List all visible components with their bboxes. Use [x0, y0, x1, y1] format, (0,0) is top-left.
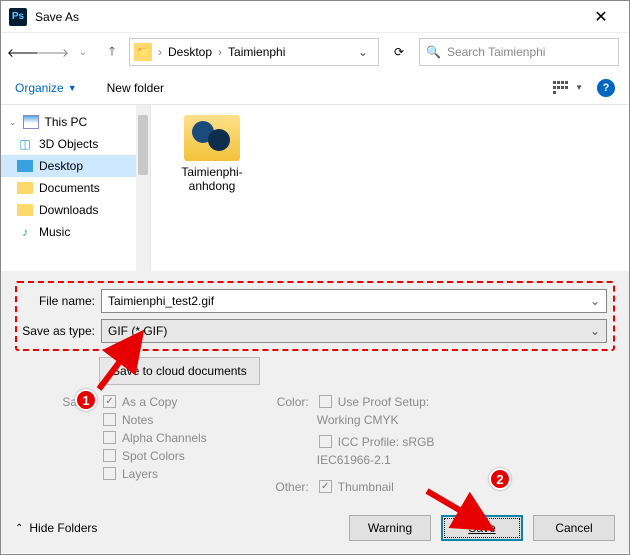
- pc-icon: [23, 115, 39, 129]
- up-button[interactable]: 🡑: [101, 42, 123, 63]
- view-options-button[interactable]: [553, 81, 571, 95]
- checkbox-notes[interactable]: [103, 413, 116, 426]
- checkbox-alpha-channels[interactable]: [103, 431, 116, 444]
- annotation-badge-2: 2: [489, 468, 511, 490]
- scrollbar[interactable]: [136, 105, 150, 271]
- checkbox-icc-profile[interactable]: [319, 435, 332, 448]
- sidebar-item-label: Music: [39, 225, 70, 239]
- save-as-dialog: Ps Save As ✕ 🡐 🡒 ⌄ 🡑 📁 › Desktop › Taimi…: [0, 0, 630, 555]
- sidebar-item-this-pc[interactable]: ⌄ This PC: [1, 111, 150, 133]
- chevron-right-icon: ›: [216, 45, 224, 59]
- search-input[interactable]: 🔍 Search Taimienphi: [419, 38, 619, 66]
- checkbox-spot-colors[interactable]: [103, 449, 116, 462]
- music-icon: ♪: [17, 225, 33, 239]
- chevron-up-icon: ⌃: [15, 523, 23, 534]
- tree: ⌄ This PC ◫ 3D Objects Desktop Documents: [1, 111, 150, 243]
- folder-icon: [17, 182, 33, 194]
- address-dropdown[interactable]: ⌄: [352, 45, 374, 59]
- sidebar-item-3d-objects[interactable]: ◫ 3D Objects: [1, 133, 150, 155]
- cube-icon: ◫: [17, 137, 33, 151]
- sidebar-item-documents[interactable]: Documents: [1, 177, 150, 199]
- breadcrumb-desktop[interactable]: Desktop: [168, 45, 212, 59]
- recent-dropdown[interactable]: ⌄: [71, 40, 95, 64]
- help-button[interactable]: ?: [597, 79, 615, 97]
- filetype-select[interactable]: GIF (*.GIF) ⌄: [101, 319, 607, 343]
- file-browser: ⌄ This PC ◫ 3D Objects Desktop Documents: [1, 105, 629, 271]
- folder-icon: [17, 204, 33, 216]
- sidebar-item-desktop[interactable]: Desktop: [1, 155, 150, 177]
- folder-icon: 📁: [134, 43, 152, 61]
- new-folder-button[interactable]: New folder: [107, 81, 164, 95]
- refresh-button[interactable]: ⟳: [385, 38, 413, 66]
- annotation-arrow-2: [421, 485, 501, 535]
- checkbox-proof-setup[interactable]: [319, 395, 332, 408]
- navbar: 🡐 🡒 ⌄ 🡑 📁 › Desktop › Taimienphi ⌄ ⟳ 🔍 S…: [1, 33, 629, 71]
- filename-label: File name:: [17, 294, 95, 308]
- desktop-icon: [17, 160, 33, 172]
- annotation-badge-1: 1: [75, 389, 97, 411]
- app-icon: Ps: [9, 8, 27, 26]
- other-opts-label: Other:: [267, 480, 309, 494]
- close-button[interactable]: ✕: [581, 7, 621, 27]
- toolbar: Organize ▼ New folder ▼ ?: [1, 71, 629, 105]
- chevron-right-icon: ›: [156, 45, 164, 59]
- annotation-arrow-1: [93, 329, 153, 395]
- forward-button[interactable]: 🡒: [41, 40, 65, 64]
- search-placeholder: Search Taimienphi: [447, 45, 546, 59]
- breadcrumb-taimienphi[interactable]: Taimienphi: [228, 45, 285, 59]
- sidebar-item-label: This PC: [45, 115, 88, 129]
- window-title: Save As: [35, 10, 581, 24]
- address-bar[interactable]: 📁 › Desktop › Taimienphi ⌄: [129, 38, 379, 66]
- chevron-down-icon: ⌄: [9, 117, 17, 128]
- sidebar-item-label: Desktop: [39, 159, 83, 173]
- chevron-down-icon: ▼: [575, 83, 583, 92]
- save-options: Save: As a Copy Notes Alpha Channels Spo…: [55, 395, 615, 494]
- chevron-down-icon[interactable]: ⌄: [590, 324, 600, 338]
- checkbox-thumbnail[interactable]: [319, 480, 332, 493]
- checkbox-as-a-copy[interactable]: [103, 395, 116, 408]
- chevron-down-icon[interactable]: ⌄: [590, 294, 600, 308]
- sidebar-item-music[interactable]: ♪ Music: [1, 221, 150, 243]
- folder-icon: [184, 115, 240, 161]
- checkbox-layers[interactable]: [103, 467, 116, 480]
- back-button[interactable]: 🡐: [11, 40, 35, 64]
- organize-button[interactable]: Organize ▼: [15, 81, 77, 95]
- filetype-label: Save as type:: [17, 324, 95, 338]
- color-opts-label: Color:: [267, 395, 309, 409]
- hide-folders-button[interactable]: ⌃ Hide Folders: [15, 521, 97, 535]
- filename-input[interactable]: Taimienphi_test2.gif ⌄: [101, 289, 607, 313]
- sidebar-item-label: Documents: [39, 181, 100, 195]
- sidebar-item-downloads[interactable]: Downloads: [1, 199, 150, 221]
- folder-label: Taimienphi-anhdong: [167, 165, 257, 194]
- chevron-down-icon: ▼: [68, 83, 77, 93]
- titlebar: Ps Save As ✕: [1, 1, 629, 33]
- cancel-button[interactable]: Cancel: [533, 515, 615, 541]
- sidebar-item-label: 3D Objects: [39, 137, 98, 151]
- bottom-bar: ⌃ Hide Folders Warning Save Cancel: [15, 515, 615, 541]
- sidebar-item-label: Downloads: [39, 203, 98, 217]
- folder-item-taimienphi-anhdong[interactable]: Taimienphi-anhdong: [167, 115, 257, 194]
- form-area: File name: Taimienphi_test2.gif ⌄ Save a…: [1, 271, 629, 553]
- sidebar: ⌄ This PC ◫ 3D Objects Desktop Documents: [1, 105, 151, 271]
- warning-button[interactable]: Warning: [349, 515, 431, 541]
- file-list[interactable]: Taimienphi-anhdong: [151, 105, 629, 271]
- search-icon: 🔍: [426, 45, 441, 59]
